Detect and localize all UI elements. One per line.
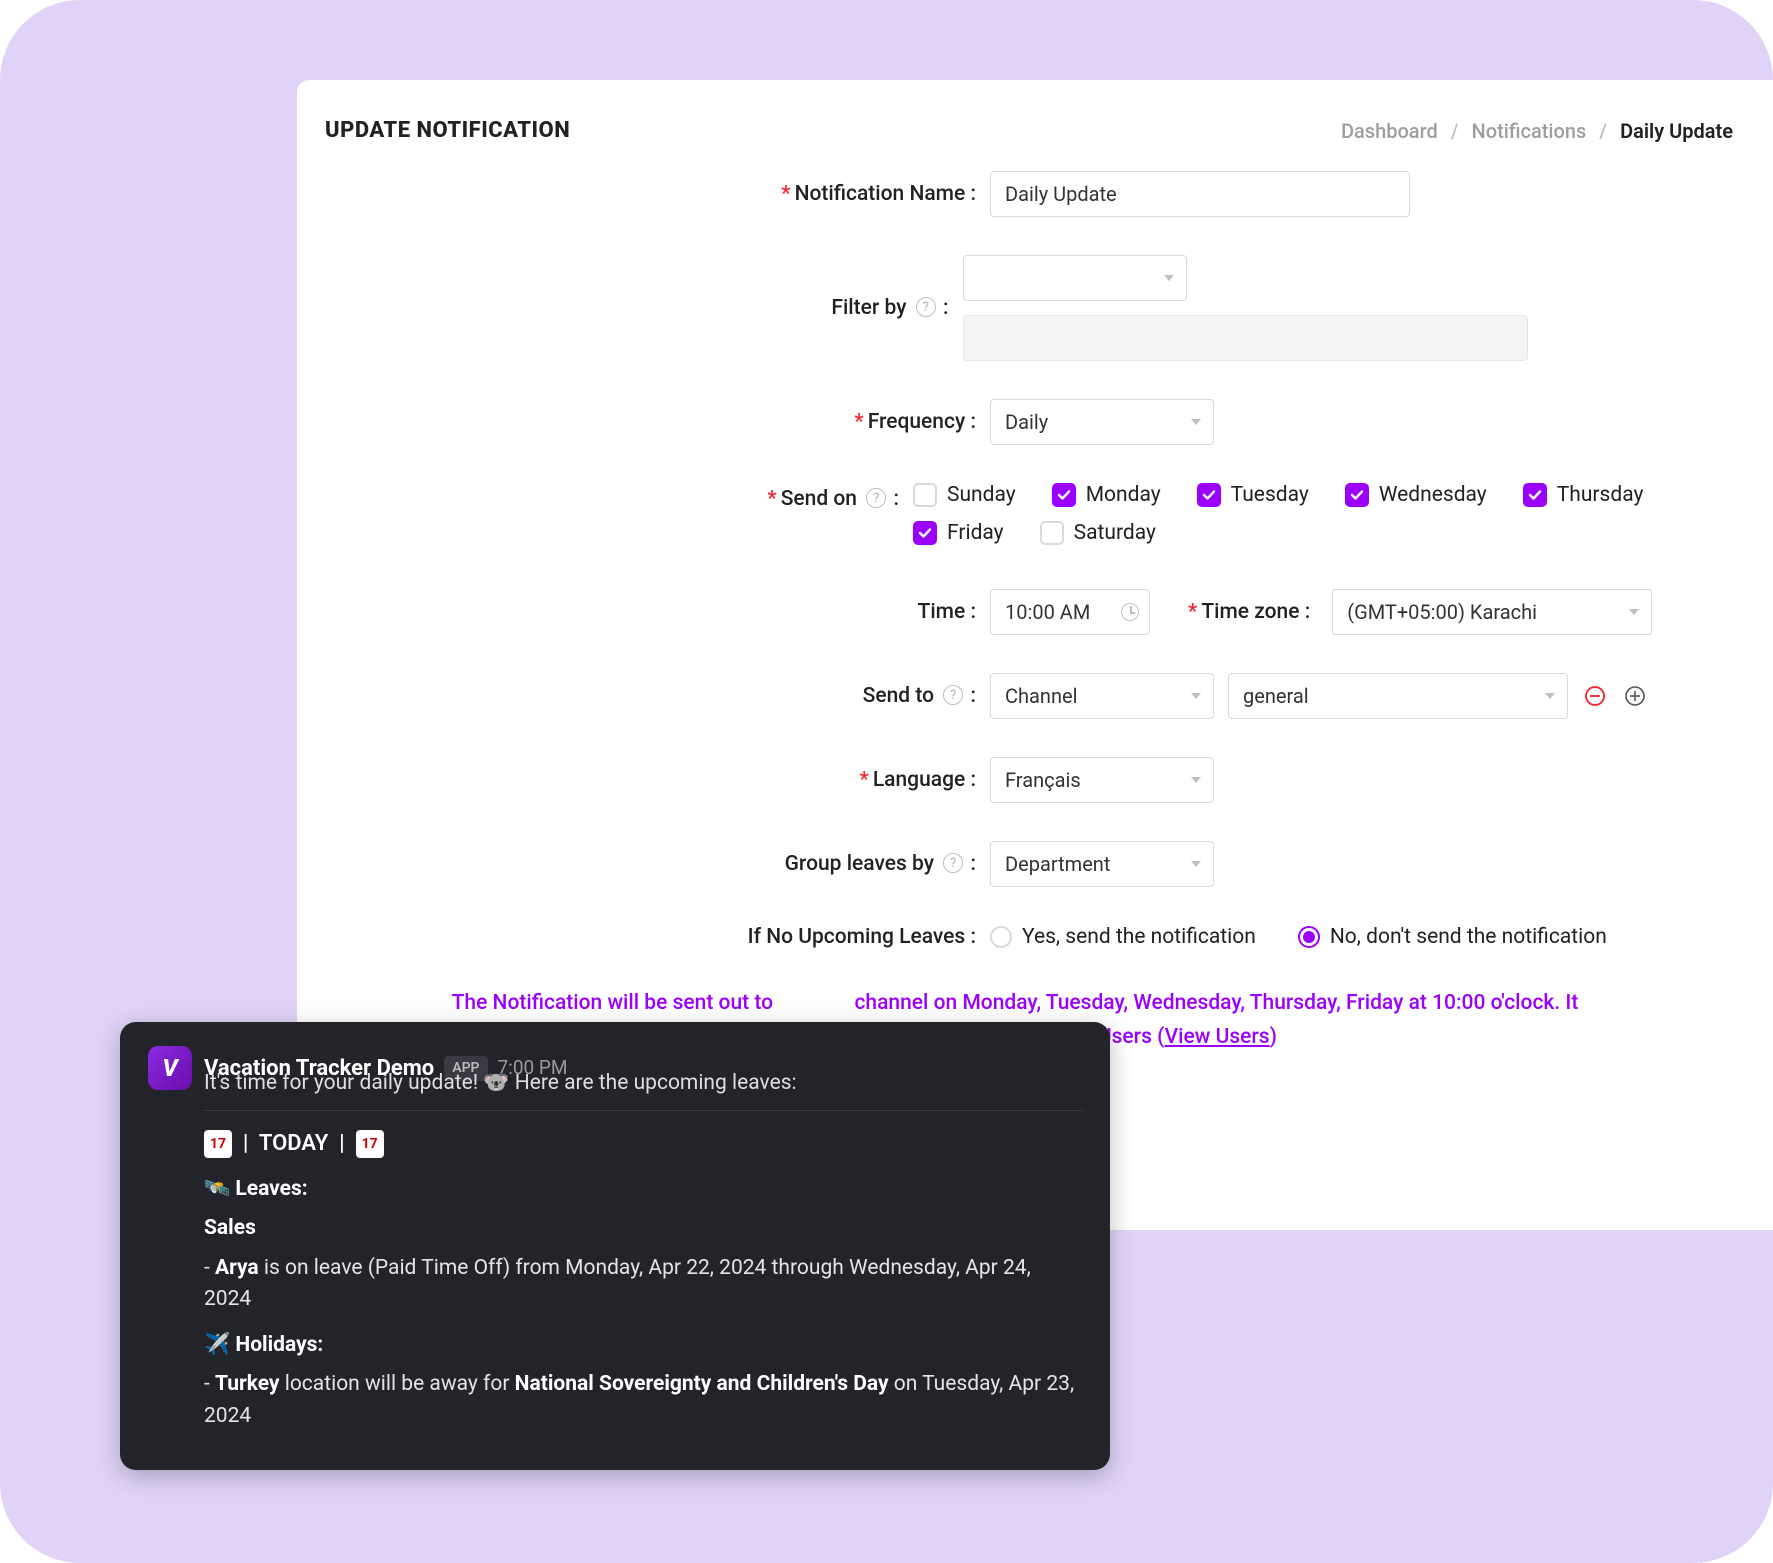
help-icon[interactable]: ?	[943, 685, 963, 705]
breadcrumb-dashboard[interactable]: Dashboard	[1341, 119, 1438, 143]
message-intro: It's time for your daily update! 🐨 Here …	[204, 1068, 1082, 1100]
radio-no-send[interactable]: No, don't send the notification	[1298, 925, 1607, 949]
help-icon[interactable]: ?	[943, 853, 963, 873]
chevron-down-icon	[1191, 777, 1201, 783]
filter-by-label: Filter by ? :	[297, 296, 963, 320]
breadcrumb-notifications[interactable]: Notifications	[1472, 119, 1587, 143]
department-name: Sales	[204, 1213, 1082, 1245]
send-to-target-select[interactable]: general	[1228, 673, 1568, 719]
help-icon[interactable]: ?	[916, 297, 936, 317]
filter-by-select[interactable]	[963, 255, 1187, 301]
chevron-down-icon	[1191, 693, 1201, 699]
day-monday[interactable]: Monday	[1052, 483, 1161, 507]
chevron-down-icon	[1191, 419, 1201, 425]
day-tuesday[interactable]: Tuesday	[1197, 483, 1309, 507]
day-thursday[interactable]: Thursday	[1523, 483, 1644, 507]
leaves-header: 🛰️ Leaves:	[204, 1174, 1082, 1206]
remove-destination-button[interactable]	[1582, 683, 1608, 709]
time-label: Time :	[297, 600, 990, 624]
send-to-label: Send to ? :	[297, 684, 990, 708]
send-to-type-select[interactable]: Channel	[990, 673, 1214, 719]
language-label: *Language :	[297, 768, 990, 792]
chevron-down-icon	[1164, 275, 1174, 281]
breadcrumb: Dashboard / Notifications / Daily Update	[1341, 119, 1733, 143]
view-users-link[interactable]: View Users	[1165, 1025, 1270, 1049]
leave-entry: - Arya is on leave (Paid Time Off) from …	[204, 1253, 1082, 1316]
chevron-down-icon	[1545, 693, 1555, 699]
language-select[interactable]: Français	[990, 757, 1214, 803]
frequency-select[interactable]: Daily	[990, 399, 1214, 445]
day-friday[interactable]: Friday	[913, 521, 1004, 545]
chevron-down-icon	[1191, 861, 1201, 867]
no-upcoming-label: If No Upcoming Leaves :	[297, 925, 990, 949]
holidays-header: ✈️ Holidays:	[204, 1330, 1082, 1362]
timezone-select[interactable]: (GMT+05:00) Karachi	[1332, 589, 1652, 635]
calendar-icon: 17	[356, 1130, 384, 1158]
today-row: 17 | TODAY | 17	[204, 1127, 1082, 1160]
app-logo-icon: V	[148, 1046, 192, 1090]
notification-name-input[interactable]: Daily Update	[990, 171, 1410, 217]
help-icon[interactable]: ?	[866, 488, 886, 508]
page-title: UPDATE NOTIFICATION	[325, 118, 570, 143]
group-leaves-label: Group leaves by ? :	[297, 852, 990, 876]
chevron-down-icon	[1629, 609, 1639, 615]
breadcrumb-current: Daily Update	[1620, 119, 1733, 143]
name-label: *Notification Name :	[297, 182, 990, 206]
calendar-icon: 17	[204, 1130, 232, 1158]
clock-icon	[1121, 603, 1139, 621]
day-wednesday[interactable]: Wednesday	[1345, 483, 1487, 507]
days-group: Sunday Monday Tuesday Wednesday Thursday…	[913, 483, 1733, 551]
slack-preview-card: V Vacation Tracker Demo APP 7:00 PM It's…	[120, 1022, 1110, 1470]
radio-yes-send[interactable]: Yes, send the notification	[990, 925, 1256, 949]
filter-value-disabled	[963, 315, 1528, 361]
send-on-label: *Send on ? :	[297, 483, 913, 511]
day-saturday[interactable]: Saturday	[1040, 521, 1156, 545]
add-destination-button[interactable]	[1622, 683, 1648, 709]
timezone-label: *Time zone :	[1188, 600, 1310, 624]
group-leaves-select[interactable]: Department	[990, 841, 1214, 887]
time-input[interactable]: 10:00 AM	[990, 589, 1150, 635]
page-background: UPDATE NOTIFICATION Dashboard / Notifica…	[0, 0, 1773, 1563]
frequency-label: *Frequency :	[297, 410, 990, 434]
divider	[204, 1110, 1082, 1111]
holiday-entry: - Turkey location will be away for Natio…	[204, 1369, 1082, 1432]
day-sunday[interactable]: Sunday	[913, 483, 1016, 507]
